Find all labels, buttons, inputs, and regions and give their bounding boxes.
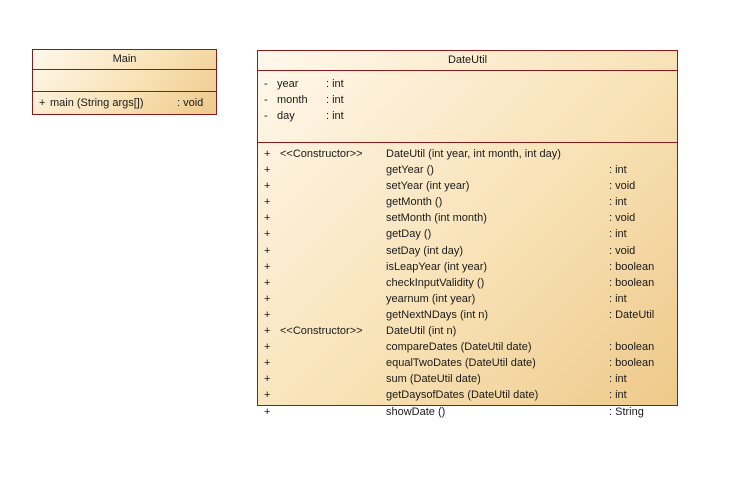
operation-return-type: : boolean — [609, 276, 655, 289]
dateutil-operations-compartment: + <<Constructor>> DateUtil (int year, int … — [258, 143, 677, 420]
operation-visibility: + — [264, 148, 271, 160]
operation-return-type: : boolean — [609, 260, 655, 273]
operation-signature: compareDates (DateUtil date) — [386, 341, 532, 354]
attribute-type: : int — [326, 78, 344, 90]
operation-row: + getDay () : int — [258, 226, 677, 242]
operation-signature: setDay (int day) — [386, 244, 464, 257]
main-operation-row: + main (String args[]) : void — [33, 95, 216, 111]
main-attributes-compartment — [33, 70, 216, 92]
operation-visibility: + — [264, 212, 271, 225]
operation-visibility: + — [264, 276, 271, 289]
operation-return-type: : String — [609, 405, 644, 418]
operation-row: + setMonth (int month) : void — [258, 210, 677, 226]
operation-row: + yearnum (int year) : int — [258, 291, 677, 307]
dateutil-class-box[interactable]: DateUtil - year: int - month: int - day: int … — [257, 50, 678, 418]
main-class-box[interactable]: Main + main (String args[]) : void — [32, 49, 217, 115]
operation-visibility: + — [264, 389, 271, 402]
operation-signature: equalTwoDates (DateUtil date) — [386, 357, 536, 370]
operation-signature: getDay () — [386, 228, 432, 241]
operation-return-type: : boolean — [609, 357, 655, 370]
attribute-row: - year : int — [258, 76, 677, 92]
operation-visibility: + — [264, 228, 271, 241]
operation-visibility: + — [264, 196, 271, 209]
operation-row: + compareDates (DateUtil date) : boolean — [258, 339, 677, 355]
attribute-name: year — [277, 78, 299, 90]
operation-signature: main (String args[]) — [50, 97, 144, 109]
operation-row: + setYear (int year) : void — [258, 178, 677, 194]
operation-signature: getMonth () — [386, 196, 443, 209]
attribute-type: : int — [326, 94, 344, 107]
operation-visibility: + — [264, 308, 271, 321]
operation-visibility: + — [264, 341, 271, 354]
operation-visibility: + — [264, 373, 271, 386]
operation-return-type: : int — [609, 373, 627, 386]
operation-return-type: : void — [609, 180, 636, 193]
operation-visibility: + — [264, 244, 271, 257]
attribute-visibility: - — [264, 78, 268, 90]
operation-stereotype: <<Constructor>> — [280, 148, 363, 160]
operation-signature: sum (DateUtil date) — [386, 373, 481, 386]
operation-signature: checkInputValidity () — [386, 276, 485, 289]
attribute-name: month — [277, 94, 308, 107]
operation-visibility: + — [264, 325, 271, 338]
operation-return-type: : int — [609, 164, 627, 177]
operation-stereotype: <<Constructor>> — [280, 325, 363, 338]
operation-return-type: : int — [609, 292, 627, 305]
operation-visibility: + — [264, 164, 271, 177]
operation-visibility: + — [264, 405, 271, 418]
operation-signature: isLeapYear (int year) — [386, 260, 488, 273]
operation-return-type: : int — [609, 389, 627, 402]
operation-return-type: : DateUtil — [609, 308, 655, 321]
operation-row: + getMonth () : int — [258, 194, 677, 210]
operation-signature: getDaysofDates (DateUtil date) — [386, 389, 539, 402]
operation-visibility: + — [264, 180, 271, 193]
attribute-visibility: - — [264, 94, 268, 107]
operation-row: + showDate () : String — [258, 404, 677, 420]
operation-visibility: + — [264, 357, 271, 370]
operation-signature: setYear (int year) — [386, 180, 470, 193]
operation-row: + getNextNDays (int n) : DateUtil — [258, 307, 677, 323]
operation-signature: DateUtil (int year, int month, int day) — [386, 148, 561, 160]
operation-return-type: : void — [609, 244, 636, 257]
attribute-type: : int — [326, 110, 344, 123]
main-operations-compartment: + main (String args[]) : void — [33, 92, 216, 116]
operation-row: + equalTwoDates (DateUtil date) : boolean — [258, 355, 677, 371]
operation-return-type: : boolean — [609, 341, 655, 354]
attribute-name: day — [277, 110, 295, 123]
operation-row: + checkInputValidity () : boolean — [258, 275, 677, 291]
operation-return-type: : void — [177, 97, 204, 109]
operation-row: + <<Constructor>> DateUtil (int n) — [258, 323, 677, 339]
operation-row: + setDay (int day) : void — [258, 243, 677, 259]
main-class-name: Main — [33, 50, 216, 70]
operation-return-type: : void — [609, 212, 636, 225]
operation-signature: getNextNDays (int n) — [386, 308, 489, 321]
operation-signature: setMonth (int month) — [386, 212, 487, 225]
operation-row: + <<Constructor>> DateUtil (int year, int … — [258, 146, 677, 162]
operation-return-type: : int — [609, 196, 627, 209]
operation-visibility: + — [264, 292, 271, 305]
operation-row: + isLeapYear (int year) : boolean — [258, 259, 677, 275]
attribute-row: - day : int — [258, 108, 677, 124]
operation-visibility: + — [264, 260, 271, 273]
operation-row: + getYear () : int — [258, 162, 677, 178]
operation-signature: showDate () — [386, 405, 446, 418]
operation-signature: yearnum (int year) — [386, 292, 476, 305]
operation-visibility: + — [39, 97, 46, 109]
attribute-row: - month : int — [258, 92, 677, 108]
operation-signature: DateUtil (int n) — [386, 325, 457, 338]
dateutil-attributes-compartment: - year: int - month: int - day: int — [258, 71, 677, 143]
dateutil-class-name: DateUtil — [258, 51, 677, 71]
operation-row: + sum (DateUtil date) : int — [258, 371, 677, 387]
operation-return-type: : int — [609, 228, 627, 241]
operation-signature: getYear () — [386, 164, 434, 177]
operation-row: + getDaysofDates (DateUtil date) : int — [258, 387, 677, 403]
attribute-visibility: - — [264, 110, 268, 123]
